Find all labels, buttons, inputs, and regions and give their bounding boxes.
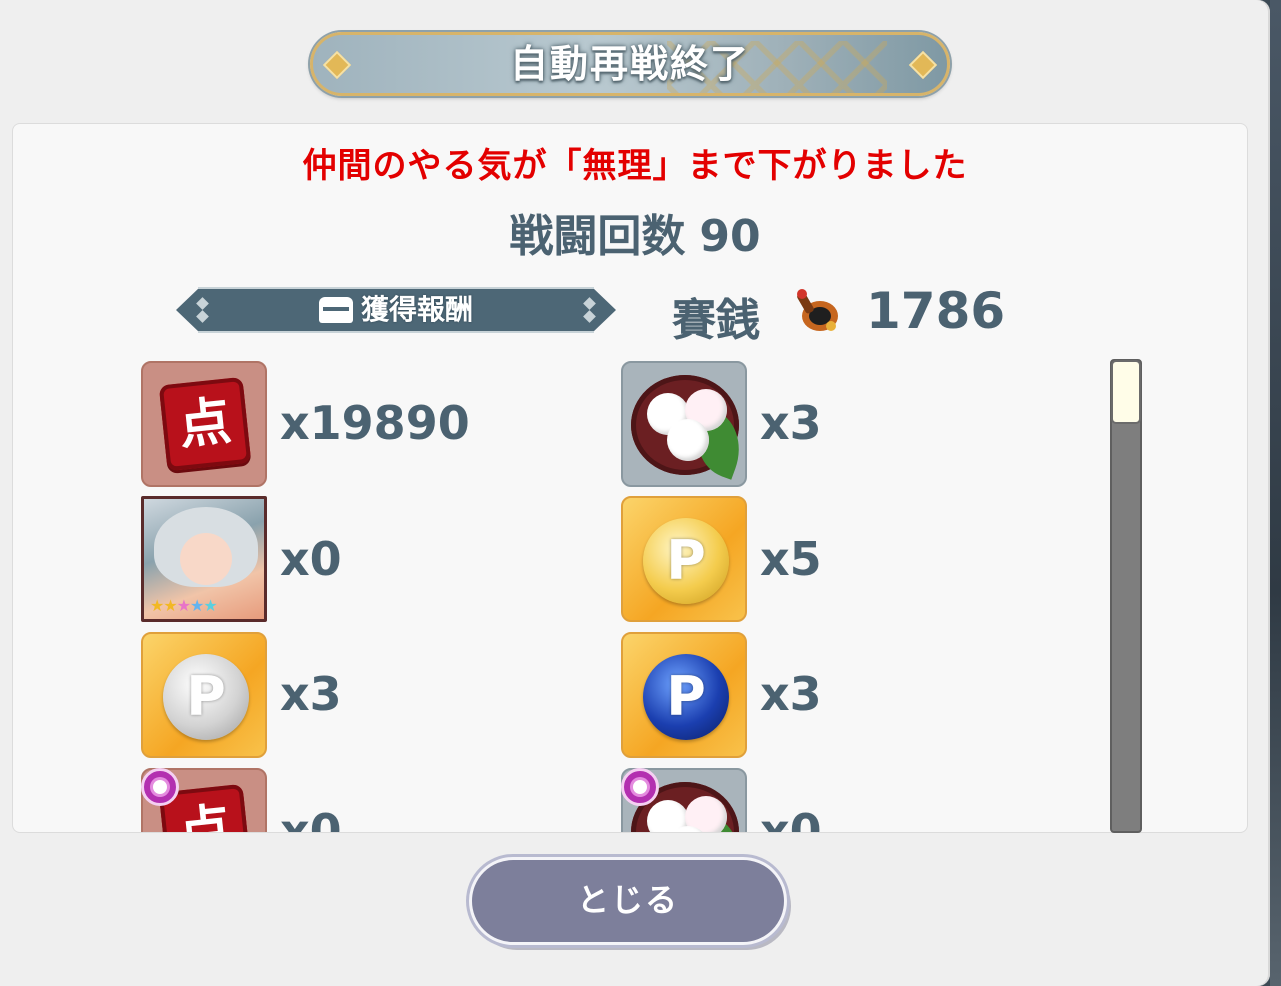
- coin: P: [643, 654, 729, 740]
- scrollbar-thumb[interactable]: [1111, 360, 1141, 424]
- coin: P: [643, 518, 729, 604]
- battle-count-value: 90: [699, 211, 761, 262]
- rewards-label: 獲得報酬: [360, 293, 473, 326]
- dango-plate-icon[interactable]: [621, 361, 747, 487]
- reward-quantity: x0: [280, 532, 342, 586]
- offering-money-icon: [797, 289, 838, 331]
- rewards-scrollbar[interactable]: [1110, 359, 1142, 833]
- treasure-chest-icon: [318, 297, 353, 323]
- reward-quantity: x5: [760, 532, 822, 586]
- battle-count-label: 戦闘回数: [509, 211, 686, 262]
- character-portrait-icon[interactable]: ★★★★★: [141, 496, 267, 622]
- auto-battle-result-dialog: 自動再戦終了 仲間のやる気が「無理」まで下がりました 戦闘回数 90 獲得報酬 賽…: [0, 0, 1270, 986]
- reward-quantity: x0: [280, 804, 342, 832]
- star-icon: ★: [203, 596, 217, 615]
- star-icon: ★: [163, 596, 177, 615]
- portrait-face: [180, 533, 232, 585]
- dialog-title: 自動再戦終了: [509, 42, 750, 86]
- silver-p-coin-icon[interactable]: P: [141, 632, 267, 758]
- coin: P: [163, 654, 249, 740]
- coin-letter: P: [666, 665, 706, 728]
- battle-count: 戦闘回数 90: [0, 200, 1270, 264]
- reward-quantity: x19890: [280, 396, 470, 450]
- star-icon: ★: [150, 596, 164, 615]
- star-icon: ★: [190, 596, 204, 615]
- star-icon: ★: [176, 596, 191, 615]
- point-glyph: 点: [175, 391, 234, 457]
- reward-quantity: x3: [280, 667, 342, 721]
- coin-letter: P: [186, 665, 226, 728]
- rewards-ribbon: 獲得報酬: [176, 287, 616, 333]
- dango-ball: [667, 419, 709, 461]
- motivation-warning: 仲間のやる気が「無理」まで下がりました: [302, 146, 968, 186]
- offering-money-label: 賽銭: [672, 295, 760, 346]
- blue-p-coin-icon[interactable]: P: [621, 632, 747, 758]
- offering-money-value: 1786: [866, 282, 1006, 340]
- rarity-stars: ★★★★★: [150, 596, 218, 615]
- point-ticket-icon[interactable]: 点: [141, 361, 267, 487]
- reward-quantity: x3: [760, 667, 822, 721]
- reward-quantity: x0: [760, 804, 822, 832]
- background-edge: [1270, 0, 1281, 986]
- bonus-flower-icon: [141, 768, 179, 806]
- bonus-flower-icon: [621, 768, 659, 806]
- coin-letter: P: [666, 529, 706, 592]
- gold-p-coin-icon[interactable]: P: [621, 496, 747, 622]
- clipped-reward-row: 点 x0 x0: [12, 760, 1248, 832]
- close-button[interactable]: とじる: [469, 857, 787, 945]
- rewards-heading: 獲得報酬: [176, 287, 616, 333]
- title-banner: 自動再戦終了: [310, 32, 950, 96]
- reward-quantity: x3: [760, 396, 822, 450]
